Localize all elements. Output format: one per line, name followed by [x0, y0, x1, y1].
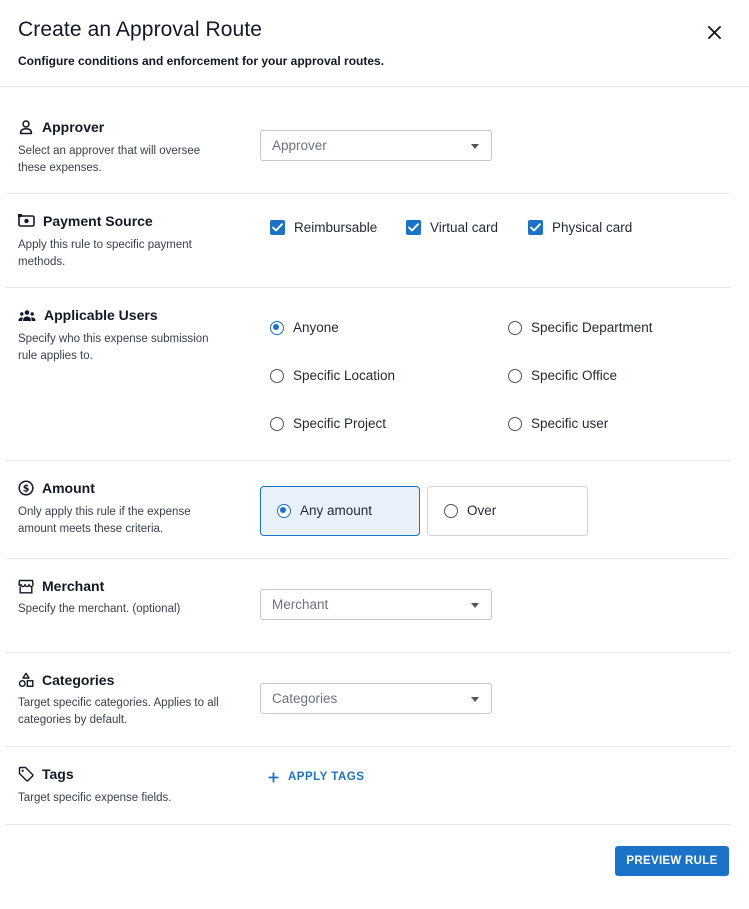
over-amount-option[interactable]: Over: [427, 486, 588, 536]
tags-title: Tags: [42, 766, 74, 782]
radio-specific-office[interactable]: Specific Office: [508, 368, 617, 383]
approver-description: Select an approver that will oversee the…: [18, 145, 201, 174]
checkbox-checked-icon: [406, 220, 421, 235]
merchant-section: Merchant Specify the merchant. (optional…: [6, 559, 730, 653]
radio-selected-icon: [270, 320, 284, 335]
close-icon: [707, 25, 721, 39]
storefront-icon: [18, 579, 34, 593]
categories-section: Categories Target specific categories. A…: [6, 653, 730, 747]
radio-over-label: Over: [467, 503, 497, 518]
apply-tags-label: APPLY TAGS: [288, 771, 365, 783]
any-amount-option[interactable]: Any amount: [260, 486, 420, 536]
plus-icon: [268, 772, 279, 782]
virtual-card-label: Virtual card: [430, 220, 499, 235]
radio-unselected-icon: [270, 368, 284, 383]
categories-description: Target specific categories. Applies to a…: [18, 697, 219, 726]
close-button[interactable]: [705, 23, 723, 41]
reimbursable-checkbox[interactable]: Reimbursable: [270, 220, 377, 235]
physical-card-checkbox[interactable]: Physical card: [528, 220, 632, 235]
users-icon: [18, 310, 36, 321]
radio-specific-user[interactable]: Specific user: [508, 416, 608, 431]
tags-section: Tags Target specific expense fields. APP…: [6, 747, 730, 825]
radio-any-amount[interactable]: Any amount: [277, 503, 372, 518]
approver-heading: Approver: [18, 119, 104, 135]
tags-heading: Tags: [18, 766, 74, 782]
chevron-down-icon: [471, 603, 479, 608]
radio-specific-project-label: Specific Project: [293, 416, 387, 431]
approver-select[interactable]: Approver: [260, 130, 492, 161]
applicable-users-heading: Applicable Users: [18, 307, 158, 323]
radio-unselected-icon: [444, 503, 458, 518]
amount-title: Amount: [42, 480, 95, 496]
approver-select-placeholder: Approver: [272, 138, 327, 153]
radio-specific-department-label: Specific Department: [531, 320, 653, 335]
approver-section: Approver Select an approver that will ov…: [6, 87, 730, 194]
amount-description: Only apply this rule if the expense amou…: [18, 506, 191, 535]
checkbox-checked-icon: [528, 220, 543, 235]
radio-anyone[interactable]: Anyone: [270, 320, 339, 335]
categories-select[interactable]: Categories: [260, 683, 492, 714]
categories-heading: Categories: [18, 672, 114, 688]
dollar-circle-icon: $: [18, 480, 34, 496]
merchant-select[interactable]: Merchant: [260, 589, 492, 620]
categories-select-placeholder: Categories: [272, 691, 338, 706]
payment-icon: [18, 214, 35, 227]
payment-source-section: Payment Source Apply this rule to specif…: [6, 194, 730, 288]
amount-section: $ Amount Only apply this rule if the exp…: [6, 461, 730, 559]
shapes-icon: [18, 672, 34, 688]
applicable-users-section: Applicable Users Specify who this expens…: [6, 288, 730, 461]
reimbursable-label: Reimbursable: [294, 220, 378, 235]
radio-specific-location[interactable]: Specific Location: [270, 368, 395, 383]
radio-specific-location-label: Specific Location: [293, 368, 396, 383]
tags-description: Target specific expense fields.: [18, 792, 172, 804]
radio-specific-department[interactable]: Specific Department: [508, 320, 653, 335]
preview-rule-button[interactable]: PREVIEW RULE: [615, 846, 729, 876]
merchant-select-placeholder: Merchant: [272, 597, 329, 612]
person-icon: [19, 120, 33, 135]
radio-specific-user-label: Specific user: [531, 416, 609, 431]
payment-source-description: Apply this rule to specific payment meth…: [18, 239, 192, 268]
radio-unselected-icon: [508, 416, 522, 431]
modal-title: Create an Approval Route: [18, 18, 263, 41]
chevron-down-icon: [471, 144, 479, 149]
apply-tags-button[interactable]: APPLY TAGS: [268, 771, 364, 783]
modal-header: Create an Approval Route Configure condi…: [0, 0, 749, 87]
radio-any-amount-label: Any amount: [300, 503, 373, 518]
applicable-users-description: Specify who this expense submission rule…: [18, 333, 209, 362]
radio-anyone-label: Anyone: [293, 320, 339, 335]
radio-unselected-icon: [508, 368, 522, 383]
radio-unselected-icon: [270, 416, 284, 431]
radio-unselected-icon: [508, 320, 522, 335]
radio-specific-office-label: Specific Office: [531, 368, 618, 383]
merchant-title: Merchant: [42, 578, 105, 594]
applicable-users-title: Applicable Users: [44, 307, 158, 323]
merchant-heading: Merchant: [18, 578, 104, 594]
merchant-description: Specify the merchant. (optional): [18, 603, 181, 615]
radio-specific-project[interactable]: Specific Project: [270, 416, 386, 431]
checkbox-checked-icon: [270, 220, 285, 235]
amount-heading: $ Amount: [18, 480, 95, 496]
virtual-card-checkbox[interactable]: Virtual card: [406, 220, 498, 235]
payment-source-heading: Payment Source: [18, 213, 153, 229]
radio-selected-icon: [277, 503, 291, 518]
payment-source-title: Payment Source: [43, 213, 153, 229]
approval-route-modal: Create an Approval Route Configure condi…: [0, 0, 749, 909]
radio-over[interactable]: Over: [444, 503, 496, 518]
tag-icon: [18, 766, 34, 782]
chevron-down-icon: [471, 697, 479, 702]
physical-card-label: Physical card: [552, 220, 633, 235]
approver-title: Approver: [42, 119, 105, 135]
modal-subtitle: Configure conditions and enforcement for…: [18, 54, 385, 68]
categories-title: Categories: [42, 672, 115, 688]
svg-text:$: $: [23, 484, 30, 495]
